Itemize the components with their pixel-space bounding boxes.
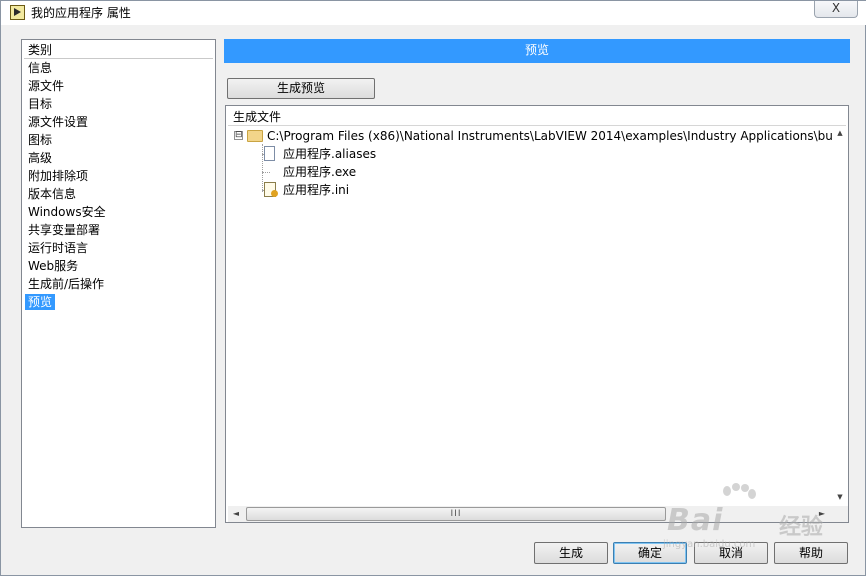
folder-icon: [247, 130, 263, 142]
scrollbar-corner: [832, 506, 848, 522]
category-item-icon[interactable]: 图标: [24, 131, 213, 149]
tree-root-row[interactable]: ⊟ C:\Program Files (x86)\National Instru…: [232, 127, 832, 145]
category-item-info[interactable]: 信息: [24, 59, 213, 77]
file-tree: ⊟ C:\Program Files (x86)\National Instru…: [232, 127, 832, 507]
tree-file-row[interactable]: 应用程序.aliases: [264, 145, 664, 163]
cancel-button[interactable]: 取消: [694, 542, 768, 564]
build-button[interactable]: 生成: [534, 542, 608, 564]
scroll-down-arrow-icon[interactable]: ▼: [836, 494, 844, 501]
file-name: 应用程序.ini: [283, 183, 350, 197]
category-header: 类别: [24, 42, 213, 59]
labview-app-icon: [10, 5, 25, 20]
horizontal-scrollbar[interactable]: ◄ III ►: [228, 506, 832, 522]
category-item-source-file-settings[interactable]: 源文件设置: [24, 113, 213, 131]
close-button[interactable]: X: [814, 1, 858, 18]
document-icon: [264, 146, 275, 161]
category-panel: 类别 信息 源文件 目标 源文件设置 图标 高级 附加排除项 版本信息 Wind…: [21, 39, 216, 528]
category-item-source-files[interactable]: 源文件: [24, 77, 213, 95]
file-name: 应用程序.aliases: [283, 147, 377, 161]
category-item-windows-security[interactable]: Windows安全: [24, 203, 213, 221]
category-item-web-services[interactable]: Web服务: [24, 257, 213, 275]
horizontal-scroll-thumb[interactable]: III: [246, 507, 666, 521]
title-bar[interactable]: 我的应用程序 属性 X: [1, 1, 866, 25]
category-item-additional-exclusions[interactable]: 附加排除项: [24, 167, 213, 185]
ok-button[interactable]: 确定: [613, 542, 687, 564]
category-item-shared-variable-deployment[interactable]: 共享变量部署: [24, 221, 213, 239]
vertical-scrollbar[interactable]: ▲ ▼: [832, 126, 848, 506]
scroll-up-arrow-icon[interactable]: ▲: [836, 130, 844, 137]
files-column-header[interactable]: 生成文件: [228, 108, 846, 126]
file-name: 应用程序.exe: [283, 165, 357, 179]
collapse-toggle-icon[interactable]: ⊟: [234, 131, 243, 140]
category-item-advanced[interactable]: 高级: [24, 149, 213, 167]
help-button[interactable]: 帮助: [774, 542, 848, 564]
root-path: C:\Program Files (x86)\National Instrume…: [267, 129, 832, 143]
tree-file-row[interactable]: 应用程序.exe: [264, 163, 664, 181]
tree-file-row[interactable]: 应用程序.ini: [264, 181, 664, 199]
section-banner: 预览: [224, 39, 850, 63]
category-item-destinations[interactable]: 目标: [24, 95, 213, 113]
category-item-preview[interactable]: 预览: [24, 293, 213, 311]
category-item-pre-post-build[interactable]: 生成前/后操作: [24, 275, 213, 293]
tree-connector: [262, 144, 263, 192]
scroll-left-arrow-icon[interactable]: ◄: [232, 509, 240, 519]
config-file-icon: [264, 182, 278, 197]
properties-dialog: 我的应用程序 属性 X 类别 信息 源文件 目标 源文件设置 图标 高级 附加排…: [0, 0, 866, 576]
category-item-runtime-languages[interactable]: 运行时语言: [24, 239, 213, 257]
category-list: 信息 源文件 目标 源文件设置 图标 高级 附加排除项 版本信息 Windows…: [24, 59, 213, 311]
build-preview-button[interactable]: 生成预览: [227, 78, 375, 99]
scroll-right-arrow-icon[interactable]: ►: [818, 509, 826, 519]
generated-files-panel: 生成文件 ⊟ C:\Program Files (x86)\National I…: [225, 105, 849, 523]
window-title: 我的应用程序 属性: [31, 6, 131, 20]
category-item-version-info[interactable]: 版本信息: [24, 185, 213, 203]
